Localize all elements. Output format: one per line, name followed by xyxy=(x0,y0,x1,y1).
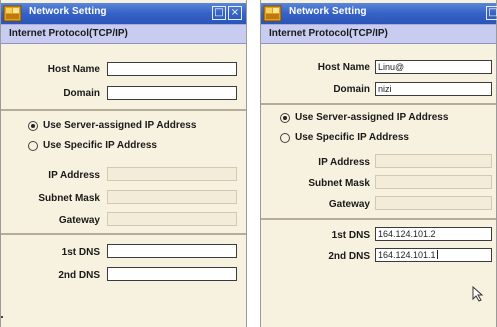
title-bar: Network Setting □ xyxy=(261,3,497,24)
network-setting-window-left: Network Setting □ × Internet Protocol(TC… xyxy=(0,0,247,327)
gateway-input xyxy=(375,196,492,210)
window-title: Network Setting xyxy=(289,6,367,17)
radio-button-selected[interactable] xyxy=(280,113,290,123)
domain-label: Domain xyxy=(333,84,370,95)
ip-address-label: IP Address xyxy=(318,157,370,168)
divider xyxy=(261,103,496,105)
radio-server-assigned-label: Use Server-assigned IP Address xyxy=(43,120,197,131)
radio-button[interactable] xyxy=(28,141,38,151)
ip-address-input xyxy=(107,167,237,181)
domain-input[interactable] xyxy=(107,86,237,100)
ip-address-input xyxy=(375,154,492,168)
host-name-input[interactable]: Linu@ xyxy=(375,60,492,74)
title-bar: Network Setting □ × xyxy=(1,3,246,24)
domain-label: Domain xyxy=(63,88,100,99)
divider xyxy=(261,218,496,220)
radio-button-selected[interactable] xyxy=(28,121,38,131)
corner-mark xyxy=(1,316,3,318)
section-header: Internet Protocol(TCP/IP) xyxy=(261,24,496,44)
dns1-input[interactable] xyxy=(107,244,237,258)
minimize-icon[interactable]: □ xyxy=(212,6,226,20)
section-title: Internet Protocol(TCP/IP) xyxy=(269,28,388,39)
gateway-label: Gateway xyxy=(58,215,100,226)
dns2-input[interactable] xyxy=(107,267,237,281)
close-icon[interactable]: × xyxy=(228,6,242,20)
gateway-label: Gateway xyxy=(328,199,370,210)
window-title: Network Setting xyxy=(29,6,107,17)
subnet-mask-label: Subnet Mask xyxy=(38,193,100,204)
radio-specific-ip-label: Use Specific IP Address xyxy=(295,132,409,143)
dns1-label: 1st DNS xyxy=(61,247,100,258)
host-name-label: Host Name xyxy=(317,62,370,73)
domain-input[interactable]: nizi xyxy=(375,82,492,96)
divider xyxy=(1,109,246,111)
network-app-icon xyxy=(3,5,22,22)
section-title: Internet Protocol(TCP/IP) xyxy=(9,28,128,39)
gateway-input xyxy=(107,212,237,226)
host-name-label: Host Name xyxy=(47,64,100,75)
dns2-value: 164.124.101.1 xyxy=(378,250,436,260)
dns2-label: 2nd DNS xyxy=(58,270,100,281)
radio-specific-ip-label: Use Specific IP Address xyxy=(43,140,157,151)
dns2-label: 2nd DNS xyxy=(328,251,370,262)
subnet-mask-label: Subnet Mask xyxy=(308,178,370,189)
mouse-pointer-icon xyxy=(472,285,484,302)
dns1-input[interactable]: 164.124.101.2 xyxy=(375,227,492,241)
dns1-label: 1st DNS xyxy=(331,230,370,241)
network-app-icon xyxy=(263,5,282,22)
host-name-input[interactable] xyxy=(107,62,237,76)
subnet-mask-input xyxy=(107,190,237,204)
divider xyxy=(1,233,246,235)
radio-button[interactable] xyxy=(280,133,290,143)
network-setting-window-right: Network Setting □ Internet Protocol(TCP/… xyxy=(260,0,497,327)
text-cursor xyxy=(436,250,438,259)
dns2-input[interactable]: 164.124.101.1 xyxy=(375,248,492,262)
close-icon[interactable]: □ xyxy=(486,6,497,20)
section-header: Internet Protocol(TCP/IP) xyxy=(1,24,246,44)
ip-address-label: IP Address xyxy=(48,170,100,181)
subnet-mask-input xyxy=(375,175,492,189)
radio-server-assigned-label: Use Server-assigned IP Address xyxy=(295,112,449,123)
